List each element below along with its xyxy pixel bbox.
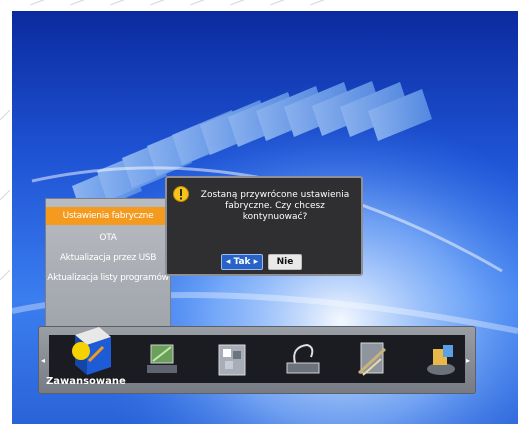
menu-item-usb-update[interactable]: Aktualizacja przez USB — [46, 249, 170, 267]
media-icon[interactable] — [281, 339, 323, 379]
dialog-message: Zostaną przywrócone ustawienia fabryczne… — [200, 190, 350, 222]
tray-selected-label: Zawansowane — [46, 376, 126, 387]
menu-item-factory-reset[interactable]: Ustawienia fabryczne — [46, 207, 170, 225]
no-button[interactable]: Nie — [268, 254, 302, 270]
tools-icon[interactable] — [351, 339, 393, 379]
menu-item-ota[interactable]: OTA — [46, 229, 170, 247]
advanced-settings-icon[interactable] — [69, 317, 115, 377]
menu-item-channel-list-update[interactable]: Aktualizacja listy programów — [46, 269, 170, 287]
installation-icon[interactable] — [141, 339, 183, 379]
warning-icon — [173, 186, 189, 202]
tray-left-arrow-icon[interactable]: ◂ — [41, 356, 45, 365]
system-icon[interactable] — [211, 339, 253, 379]
confirm-dialog: Zostaną przywrócone ustawienia fabryczne… — [165, 176, 363, 276]
yes-button[interactable]: ◂ Tak ▸ — [221, 254, 263, 270]
tray-right-arrow-icon[interactable]: ▸ — [466, 356, 470, 365]
games-icon[interactable] — [421, 339, 463, 379]
